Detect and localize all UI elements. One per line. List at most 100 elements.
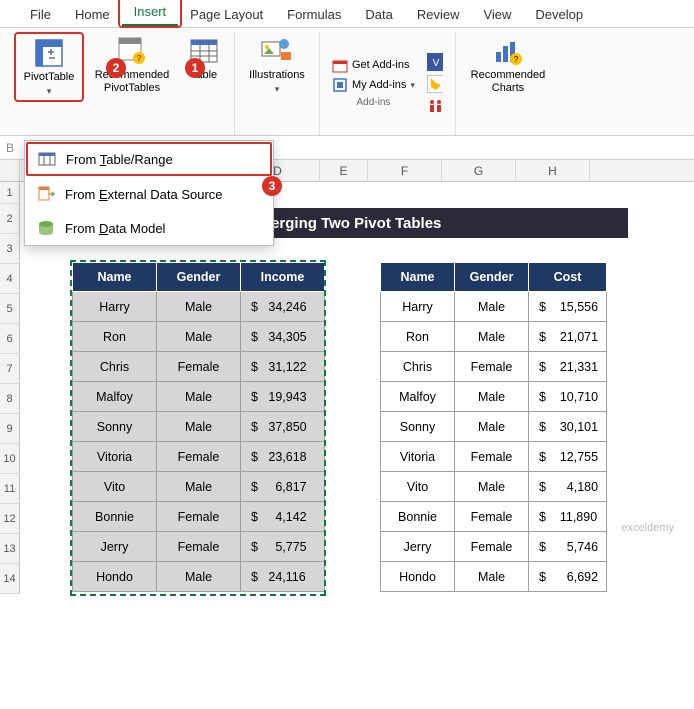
pivottable-button[interactable]: PivotTable ▾ <box>14 32 84 102</box>
cost-table[interactable]: Name Gender Cost HarryMale$ 15,556RonMal… <box>380 262 607 592</box>
tab-data[interactable]: Data <box>353 2 404 27</box>
cell-gender[interactable]: Male <box>157 292 241 322</box>
cell-gender[interactable]: Female <box>157 442 241 472</box>
cell-gender[interactable]: Male <box>455 412 529 442</box>
cell-gender[interactable]: Male <box>157 322 241 352</box>
table-row[interactable]: HondoMale$ 6,692 <box>381 562 607 592</box>
cell-gender[interactable]: Female <box>157 352 241 382</box>
table-row[interactable]: ChrisFemale$ 31,122 <box>73 352 325 382</box>
row-header[interactable]: 8 <box>0 384 20 414</box>
cell-gender[interactable]: Female <box>157 502 241 532</box>
cell-value[interactable]: $ 11,890 <box>529 502 607 532</box>
cell-value[interactable]: $ 6,817 <box>241 472 325 502</box>
cell-value[interactable]: $ 21,071 <box>529 322 607 352</box>
cell-name[interactable]: Jerry <box>381 532 455 562</box>
cell-value[interactable]: $ 19,943 <box>241 382 325 412</box>
table-row[interactable]: JerryFemale$ 5,775 <box>73 532 325 562</box>
cell-gender[interactable]: Male <box>157 382 241 412</box>
cell-value[interactable]: $ 5,775 <box>241 532 325 562</box>
table-row[interactable]: ChrisFemale$ 21,331 <box>381 352 607 382</box>
row-header[interactable]: 3 <box>0 234 20 264</box>
tab-review[interactable]: Review <box>405 2 472 27</box>
my-addins-button[interactable]: My Add-ins ▾ <box>332 77 415 93</box>
table-row[interactable]: SonnyMale$ 37,850 <box>73 412 325 442</box>
cell-gender[interactable]: Male <box>157 562 241 592</box>
cell-name[interactable]: Bonnie <box>381 502 455 532</box>
cell-gender[interactable]: Male <box>455 562 529 592</box>
from-table-range-item[interactable]: From Table/Range <box>26 142 272 176</box>
cell-value[interactable]: $ 34,246 <box>241 292 325 322</box>
row-header[interactable]: 10 <box>0 444 20 474</box>
cell-value[interactable]: $ 30,101 <box>529 412 607 442</box>
tab-file[interactable]: File <box>18 2 63 27</box>
cell-name[interactable]: Vito <box>73 472 157 502</box>
table-row[interactable]: HondoMale$ 24,116 <box>73 562 325 592</box>
cell-gender[interactable]: Female <box>455 532 529 562</box>
cell-gender[interactable]: Male <box>157 472 241 502</box>
table-row[interactable]: VitoMale$ 4,180 <box>381 472 607 502</box>
cell-value[interactable]: $ 24,116 <box>241 562 325 592</box>
visio-icon[interactable]: V <box>427 54 443 70</box>
people-graph-icon[interactable] <box>427 98 443 114</box>
row-header[interactable]: 5 <box>0 294 20 324</box>
row-header[interactable]: 4 <box>0 264 20 294</box>
row-header[interactable]: 6 <box>0 324 20 354</box>
col-header[interactable]: E <box>320 160 368 181</box>
cell-name[interactable]: Malfoy <box>381 382 455 412</box>
row-header[interactable]: 12 <box>0 504 20 534</box>
select-all-corner[interactable] <box>0 160 20 181</box>
cell-name[interactable]: Vitoria <box>381 442 455 472</box>
row-header[interactable]: 11 <box>0 474 20 504</box>
row-header[interactable]: 14 <box>0 564 20 594</box>
cell-value[interactable]: $ 37,850 <box>241 412 325 442</box>
tab-home[interactable]: Home <box>63 2 122 27</box>
cell-value[interactable]: $ 12,755 <box>529 442 607 472</box>
cell-gender[interactable]: Male <box>157 412 241 442</box>
cell-gender[interactable]: Female <box>157 532 241 562</box>
illustrations-button[interactable]: Illustrations ▾ <box>241 32 313 98</box>
income-table[interactable]: Name Gender Income HarryMale$ 34,246RonM… <box>72 262 325 592</box>
table-row[interactable]: RonMale$ 34,305 <box>73 322 325 352</box>
col-header[interactable]: G <box>442 160 516 181</box>
get-addins-button[interactable]: Get Add-ins <box>332 57 415 73</box>
cell-name[interactable]: Hondo <box>73 562 157 592</box>
table-row[interactable]: VitoriaFemale$ 12,755 <box>381 442 607 472</box>
cell-value[interactable]: $ 4,180 <box>529 472 607 502</box>
cell-value[interactable]: $ 21,331 <box>529 352 607 382</box>
table-row[interactable]: BonnieFemale$ 4,142 <box>73 502 325 532</box>
table-row[interactable]: VitoMale$ 6,817 <box>73 472 325 502</box>
row-header[interactable]: 9 <box>0 414 20 444</box>
cell-gender[interactable]: Male <box>455 292 529 322</box>
col-header[interactable]: H <box>516 160 590 181</box>
cell-gender[interactable]: Male <box>455 382 529 412</box>
col-header[interactable]: F <box>368 160 442 181</box>
cell-gender[interactable]: Male <box>455 322 529 352</box>
cell-name[interactable]: Ron <box>73 322 157 352</box>
row-header[interactable]: 1 <box>0 182 20 204</box>
table-row[interactable]: HarryMale$ 34,246 <box>73 292 325 322</box>
cell-name[interactable]: Sonny <box>381 412 455 442</box>
row-header[interactable]: 2 <box>0 204 20 234</box>
cell-value[interactable]: $ 31,122 <box>241 352 325 382</box>
cell-value[interactable]: $ 23,618 <box>241 442 325 472</box>
row-header[interactable]: 7 <box>0 354 20 384</box>
tab-insert[interactable]: Insert <box>122 0 179 27</box>
tab-formulas[interactable]: Formulas <box>275 2 353 27</box>
from-external-data-item[interactable]: From External Data Source <box>25 177 273 211</box>
cell-value[interactable]: $ 34,305 <box>241 322 325 352</box>
cell-name[interactable]: Chris <box>73 352 157 382</box>
cell-name[interactable]: Harry <box>73 292 157 322</box>
cell-gender[interactable]: Male <box>455 472 529 502</box>
table-row[interactable]: MalfoyMale$ 10,710 <box>381 382 607 412</box>
cell-name[interactable]: Vito <box>381 472 455 502</box>
cell-value[interactable]: $ 5,746 <box>529 532 607 562</box>
table-row[interactable]: HarryMale$ 15,556 <box>381 292 607 322</box>
cell-name[interactable]: Hondo <box>381 562 455 592</box>
tab-page-layout[interactable]: Page Layout <box>178 2 275 27</box>
bing-maps-icon[interactable] <box>427 76 443 92</box>
cell-value[interactable]: $ 10,710 <box>529 382 607 412</box>
cell-name[interactable]: Sonny <box>73 412 157 442</box>
table-row[interactable]: MalfoyMale$ 19,943 <box>73 382 325 412</box>
cell-value[interactable]: $ 15,556 <box>529 292 607 322</box>
table-row[interactable]: RonMale$ 21,071 <box>381 322 607 352</box>
